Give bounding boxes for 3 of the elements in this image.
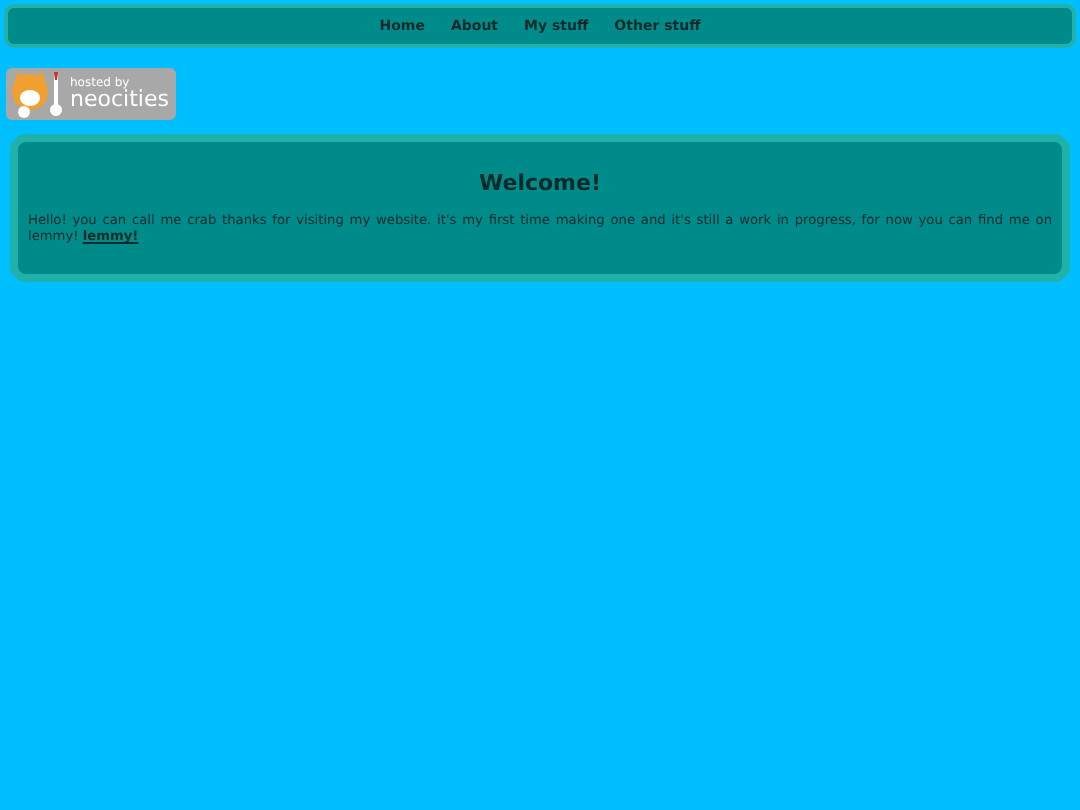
- badge-wordmark: neocities: [70, 88, 169, 110]
- card-title: Welcome!: [477, 170, 603, 196]
- cat-mascot-icon: [6, 68, 66, 120]
